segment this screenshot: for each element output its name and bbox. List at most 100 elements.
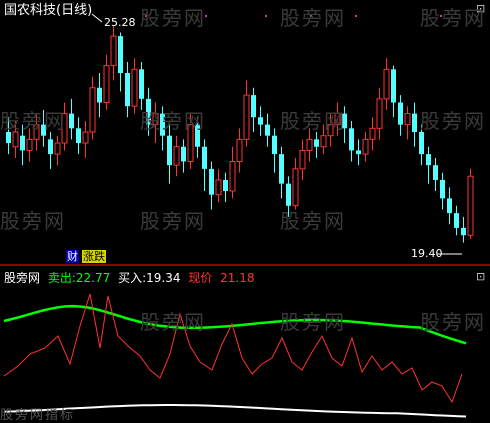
candle-body xyxy=(243,94,250,140)
candle-body xyxy=(467,175,474,236)
candle xyxy=(236,128,243,173)
indicator-legend: 股旁网 卖出:22.77 买入:19.34 现价 21.18 xyxy=(4,269,255,286)
change-badge[interactable]: 涨跌 xyxy=(82,250,106,263)
candle xyxy=(383,58,390,110)
candle-body xyxy=(61,113,68,144)
candle-body xyxy=(229,161,236,192)
candlestick-panel[interactable]: 国农科技(日线) ⊡ 25.28 19.40 财 涨跌 股旁网 股旁网 股旁网 … xyxy=(0,0,490,264)
candle xyxy=(419,124,424,166)
candle-body xyxy=(69,113,74,129)
indicator-name: 股旁网 xyxy=(4,271,41,285)
candle-body xyxy=(131,68,138,107)
buy-line xyxy=(3,404,467,418)
candle xyxy=(181,139,186,173)
finance-badge[interactable]: 财 xyxy=(66,250,79,263)
candle-body xyxy=(265,124,270,136)
candle xyxy=(447,187,452,225)
candle-body xyxy=(251,95,256,118)
indicator-chart[interactable] xyxy=(0,266,490,420)
candle-body xyxy=(160,113,165,136)
candle xyxy=(139,61,144,110)
signal-dot xyxy=(310,15,312,17)
candle xyxy=(251,87,256,132)
candle xyxy=(152,102,159,144)
candle-body xyxy=(41,124,46,136)
candle-body xyxy=(272,135,277,155)
candle-body xyxy=(419,132,424,155)
signal-dot xyxy=(265,15,267,17)
candle xyxy=(215,168,222,203)
candle-body xyxy=(334,113,341,126)
candle xyxy=(461,216,466,243)
candle xyxy=(314,132,319,158)
candle xyxy=(146,87,151,136)
candle xyxy=(467,168,474,239)
candle-body xyxy=(146,98,151,125)
candle-body xyxy=(125,73,130,107)
price-value: 21.18 xyxy=(220,271,255,285)
candle xyxy=(82,120,89,158)
candlestick-chart[interactable] xyxy=(0,0,490,264)
price-line xyxy=(3,293,463,404)
candle-body xyxy=(152,113,159,126)
buy-label: 买入: xyxy=(118,271,147,285)
candle-body xyxy=(258,117,263,125)
candle-body xyxy=(187,124,194,162)
candle-body xyxy=(167,135,172,166)
low-price-label: 19.40 xyxy=(411,247,443,260)
candle-body xyxy=(314,139,319,147)
candle xyxy=(195,117,200,158)
candle-body xyxy=(236,138,243,162)
candle-body xyxy=(433,165,438,180)
candle xyxy=(440,172,445,210)
candle xyxy=(125,61,130,118)
candle xyxy=(306,128,313,162)
candle-body xyxy=(139,69,144,99)
candle-body xyxy=(202,146,207,169)
candle-body xyxy=(440,179,445,199)
candle-body xyxy=(110,35,117,67)
candle xyxy=(286,176,291,217)
candle xyxy=(362,132,369,162)
candle xyxy=(299,139,306,180)
sell-line xyxy=(3,304,467,345)
panel-maximize-icon[interactable]: ⊡ xyxy=(476,270,485,283)
candle-body xyxy=(447,198,452,214)
candle xyxy=(391,65,396,118)
candle-body xyxy=(97,87,102,103)
indicator-panel[interactable]: 股旁网 卖出:22.77 买入:19.34 现价 21.18 ⊡ 股旁网 股旁网… xyxy=(0,266,490,423)
candle-body xyxy=(12,131,19,148)
candle xyxy=(202,139,207,191)
candle xyxy=(187,113,194,169)
candle xyxy=(167,124,172,184)
candle-body xyxy=(404,113,411,126)
candle-body xyxy=(292,168,299,207)
candle xyxy=(243,80,250,147)
candle xyxy=(110,25,117,81)
candle xyxy=(61,102,68,151)
candle-body xyxy=(103,65,110,103)
candle-body xyxy=(215,179,222,196)
signal-dot xyxy=(355,15,357,17)
candle xyxy=(327,113,334,147)
candle-body xyxy=(89,87,96,133)
candle xyxy=(69,98,74,140)
candle xyxy=(76,117,81,155)
candle xyxy=(33,113,40,151)
candle xyxy=(20,124,25,166)
candle xyxy=(229,146,236,199)
sell-value: 22.77 xyxy=(75,271,111,285)
signal-dot xyxy=(205,15,207,17)
candle-body xyxy=(376,98,383,129)
candle xyxy=(54,135,61,166)
candle xyxy=(6,117,11,155)
candle-body xyxy=(356,150,361,155)
candle xyxy=(103,54,110,110)
signal-dot xyxy=(145,15,147,17)
candle xyxy=(412,102,417,147)
candle-body xyxy=(461,227,466,236)
candle-body xyxy=(33,124,40,140)
candle xyxy=(349,120,354,162)
candle xyxy=(369,117,376,151)
panel-maximize-icon[interactable]: ⊡ xyxy=(476,2,485,15)
